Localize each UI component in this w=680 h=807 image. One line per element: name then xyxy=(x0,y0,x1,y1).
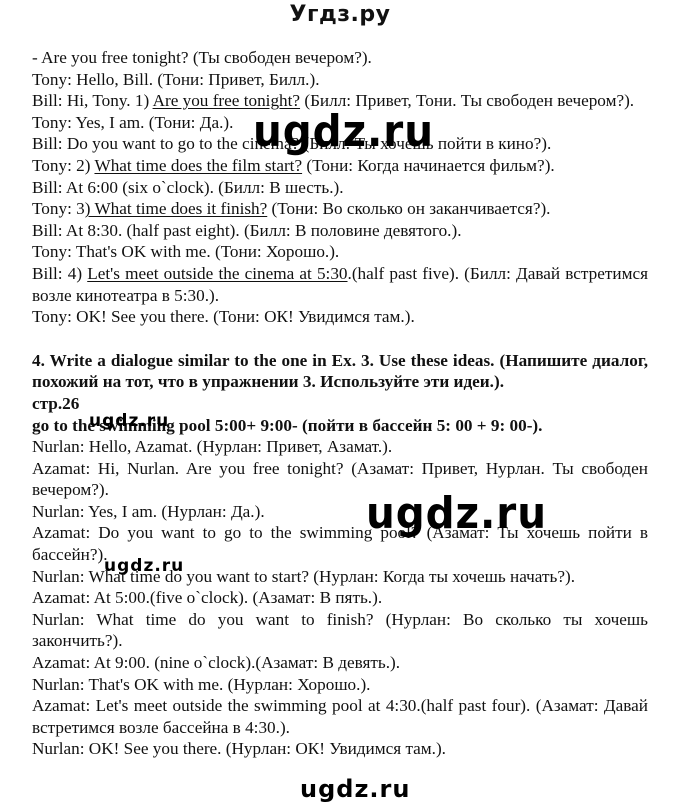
dialogue-line: Azamat: At 9:00. (nine o`clock).(Азамат:… xyxy=(32,653,401,673)
answer-2: What time does the film start? xyxy=(94,155,303,175)
watermark: ugdz.ru xyxy=(253,106,434,157)
answer-4: Let's meet outside the cinema at 5:30 xyxy=(87,263,348,283)
dialogue-line: Nurlan: Hello, Azamat. (Нурлан: Привет, … xyxy=(32,437,393,457)
dialogue-line: Nurlan: OK! See you there. (Нурлан: ОК! … xyxy=(32,739,446,759)
line-text: Tony: 3 xyxy=(32,199,85,219)
site-title: Угдз.ру xyxy=(289,2,391,27)
dialogue-line: Azamat: Let's meet outside the swimming … xyxy=(32,696,648,737)
line-text: Bill: 4) xyxy=(32,263,88,283)
dialogue-line: Azamat: Hi, Nurlan. Are you free tonight… xyxy=(32,458,648,500)
watermark: ugdz.ru xyxy=(89,411,170,431)
dialogue-line: Bill: 4) Let's meet outside the cinema a… xyxy=(32,263,648,306)
dialogue-line: Nurlan: Yes, I am. (Нурлан: Да.). xyxy=(32,501,265,521)
answer-3: ) What time does it finish? xyxy=(84,199,268,219)
line-text: (Тони: Во сколько он заканчивается?). xyxy=(267,199,551,219)
watermark: ugdz.ru xyxy=(366,488,547,539)
dialogue-line: Tony: Hello, Bill. (Тони: Привет, Билл.)… xyxy=(32,69,320,89)
line-text: Tony: 2) xyxy=(32,155,95,175)
dialogue-line: Tony: 3) What time does it finish? (Тони… xyxy=(32,198,648,220)
dialogue-line: Bill: At 8:30. (half past eight). (Билл:… xyxy=(32,220,462,240)
line-text: Bill: Hi, Tony. 1) xyxy=(32,91,153,111)
dialogue-line: Nurlan: What time do you want to finish?… xyxy=(32,609,648,651)
dialogue-line: Tony: That's OK with me. (Тони: Хорошо.)… xyxy=(32,242,340,262)
line-text: (Тони: Когда начинается фильм?). xyxy=(302,155,555,175)
dialogue-line: Tony: OK! See you there. (Тони: ОК! Увид… xyxy=(32,307,415,327)
dialogue-line: Bill: At 6:00 (six o`clock). (Билл: В ше… xyxy=(32,177,344,197)
exercise-4-heading: 4. Write a dialogue similar to the one i… xyxy=(32,350,648,392)
footer-watermark: ugdz.ru xyxy=(300,775,411,803)
dialogue-line: Azamat: At 5:00.(five o`clock). (Азамат:… xyxy=(32,588,383,608)
dialogue-line: Nurlan: That's OK with me. (Нурлан: Хоро… xyxy=(32,674,371,694)
intro-line: - Are you free tonight? (Ты свободен веч… xyxy=(32,48,372,67)
dialogue-line: Tony: 2) What time does the film start? … xyxy=(32,155,648,177)
watermark: ugdz.ru xyxy=(104,556,185,576)
